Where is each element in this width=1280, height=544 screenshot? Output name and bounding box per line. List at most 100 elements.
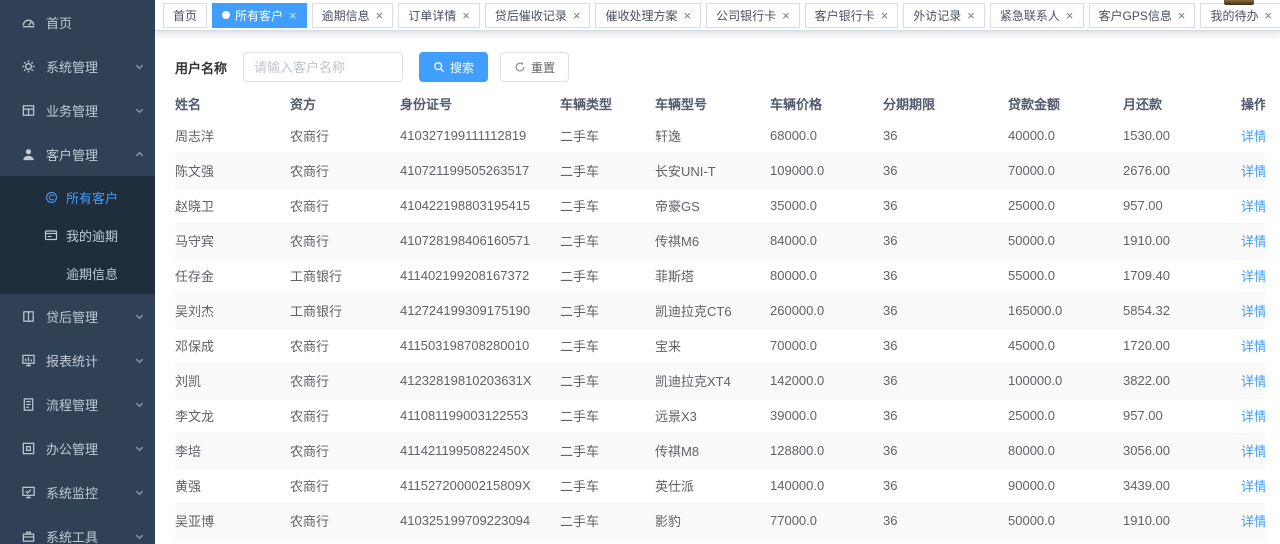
tab-emergency-contact[interactable]: 紧急联系人×	[990, 3, 1084, 28]
detail-link[interactable]: 详情	[1241, 479, 1265, 494]
flow-icon	[20, 396, 36, 412]
table-cell: 李文龙	[175, 398, 290, 433]
column-header: 资方	[290, 88, 400, 118]
tab-label: 所有客户	[235, 7, 283, 24]
tab-label: 客户银行卡	[815, 7, 875, 24]
chevron-down-icon	[134, 531, 145, 542]
tab-all-customers[interactable]: 所有客户 ×	[212, 3, 307, 28]
table-cell: 二手车	[560, 118, 655, 153]
chevron-down-icon	[134, 105, 145, 116]
detail-link[interactable]: 详情	[1241, 164, 1265, 179]
column-header: 身份证号	[400, 88, 560, 118]
sidebar-subitem-label: 我的逾期	[66, 226, 118, 245]
table-row: 吴亚博农商行410325199709223094二手车影豹77000.03650…	[175, 503, 1265, 538]
tab-my-todo[interactable]: 我的待办×	[1200, 3, 1280, 28]
table-cell: 36	[883, 118, 1008, 153]
tab-overdue-info[interactable]: 逾期信息×	[312, 3, 394, 28]
close-icon[interactable]: ×	[1264, 9, 1272, 22]
column-header: 月还款	[1123, 88, 1241, 118]
tab-label: 贷后催收记录	[495, 7, 567, 24]
sidebar-item-postloan-mgmt[interactable]: 贷后管理	[0, 294, 155, 338]
tab-collection-plan[interactable]: 催收处理方案×	[595, 3, 701, 28]
detail-link[interactable]: 详情	[1241, 514, 1265, 529]
table-cell: 140000.0	[770, 468, 883, 503]
sidebar-item-all-customers[interactable]: 所有客户	[0, 178, 155, 216]
close-icon[interactable]: ×	[683, 9, 691, 22]
tab-company-bankcard[interactable]: 公司银行卡×	[706, 3, 800, 28]
close-icon[interactable]: ×	[881, 9, 889, 22]
table-cell-actions: 详情	[1241, 433, 1265, 468]
table-cell: 1530.00	[1123, 118, 1241, 153]
table-cell: 长安UNI-T	[655, 153, 770, 188]
close-icon[interactable]: ×	[376, 9, 384, 22]
sidebar-item-overdue-info[interactable]: 逾期信息	[0, 254, 155, 292]
circle-c-icon	[44, 190, 58, 204]
table-cell: 3056.00	[1123, 433, 1241, 468]
detail-link[interactable]: 详情	[1241, 269, 1265, 284]
reset-button[interactable]: 重置	[500, 52, 569, 82]
sidebar-item-home[interactable]: 首页	[0, 0, 155, 44]
search-field-label: 用户名称	[175, 58, 227, 77]
sidebar-item-label: 系统管理	[46, 57, 98, 76]
customer-name-input[interactable]	[243, 52, 403, 82]
table-cell: 25000.0	[1008, 188, 1123, 223]
sidebar-item-system-monitor[interactable]: 系统监控	[0, 470, 155, 514]
close-icon[interactable]: ×	[1178, 9, 1186, 22]
detail-link[interactable]: 详情	[1241, 304, 1265, 319]
search-button[interactable]: 搜索	[419, 52, 488, 82]
detail-link[interactable]: 详情	[1241, 129, 1265, 144]
tab-customer-bankcard[interactable]: 客户银行卡 ×	[805, 3, 899, 28]
table-cell: 二手车	[560, 538, 655, 544]
table-cell: 周志洋	[175, 118, 290, 153]
table-cell: 41232819810203631X	[400, 363, 560, 398]
column-header: 操作	[1241, 88, 1265, 118]
close-icon[interactable]: ×	[1066, 9, 1074, 22]
table-row: 邓保成农商行411503198708280010二手车宝来70000.03645…	[175, 328, 1265, 363]
detail-link[interactable]: 详情	[1241, 374, 1265, 389]
table-row: 李培农商行41142119950822450X二手车传祺M8128800.036…	[175, 433, 1265, 468]
close-icon[interactable]: ×	[462, 9, 470, 22]
sidebar-item-customer-mgmt[interactable]: 客户管理	[0, 132, 155, 176]
sidebar-item-business-mgmt[interactable]: 业务管理	[0, 88, 155, 132]
close-icon[interactable]: ×	[782, 9, 790, 22]
table-cell-actions: 详情	[1241, 223, 1265, 258]
tab-customer-gps[interactable]: 客户GPS信息×	[1089, 3, 1196, 28]
chart-icon	[20, 352, 36, 368]
tab-collection-record[interactable]: 贷后催收记录 ×	[485, 3, 591, 28]
close-icon[interactable]: ×	[289, 9, 297, 22]
main-area: 首页所有客户×逾期信息×订单详情×贷后催收记录×催收处理方案×公司银行卡×客户银…	[155, 0, 1280, 544]
table-cell: 菲斯塔	[655, 258, 770, 293]
table-cell: 农商行	[290, 223, 400, 258]
tab-home[interactable]: 首页	[163, 3, 207, 28]
sidebar-item-system-mgmt[interactable]: 系统管理	[0, 44, 155, 88]
close-icon[interactable]: ×	[573, 9, 581, 22]
detail-link[interactable]: 详情	[1241, 444, 1265, 459]
table-cell: 农商行	[290, 398, 400, 433]
detail-link[interactable]: 详情	[1241, 199, 1265, 214]
tab-order-detail[interactable]: 订单详情×	[398, 3, 480, 28]
tab-visit-record[interactable]: 外访记录×	[903, 3, 985, 28]
table-row: 任存金工商银行411402199208167372二手车菲斯塔80000.036…	[175, 258, 1265, 293]
table-cell: 412724199309175190	[400, 293, 560, 328]
sidebar-item-report-stats[interactable]: 报表统计	[0, 338, 155, 382]
detail-link[interactable]: 详情	[1241, 339, 1265, 354]
sidebar-item-label: 流程管理	[46, 395, 98, 414]
table-cell: 吴亚博	[175, 503, 290, 538]
sidebar-item-office-mgmt[interactable]: 办公管理	[0, 426, 155, 470]
sidebar-item-process-mgmt[interactable]: 流程管理	[0, 382, 155, 426]
columns-icon	[20, 308, 36, 324]
column-header: 车辆价格	[770, 88, 883, 118]
table-cell: 1337.00	[1123, 538, 1241, 544]
table-cell: 109000.0	[770, 153, 883, 188]
chevron-down-icon	[134, 61, 145, 72]
sidebar-item-label: 报表统计	[46, 351, 98, 370]
detail-link[interactable]: 详情	[1241, 409, 1265, 424]
close-icon[interactable]: ×	[967, 9, 975, 22]
sidebar-item-label: 系统监控	[46, 483, 98, 502]
corner-avatar-fragment	[1224, 0, 1254, 5]
table-cell: 410721199505263517	[400, 153, 560, 188]
sidebar-item-system-tools[interactable]: 系统工具	[0, 514, 155, 544]
detail-link[interactable]: 详情	[1241, 234, 1265, 249]
content-panel: 用户名称 搜索 重置	[155, 38, 1280, 544]
sidebar-item-my-overdue[interactable]: 我的逾期	[0, 216, 155, 254]
